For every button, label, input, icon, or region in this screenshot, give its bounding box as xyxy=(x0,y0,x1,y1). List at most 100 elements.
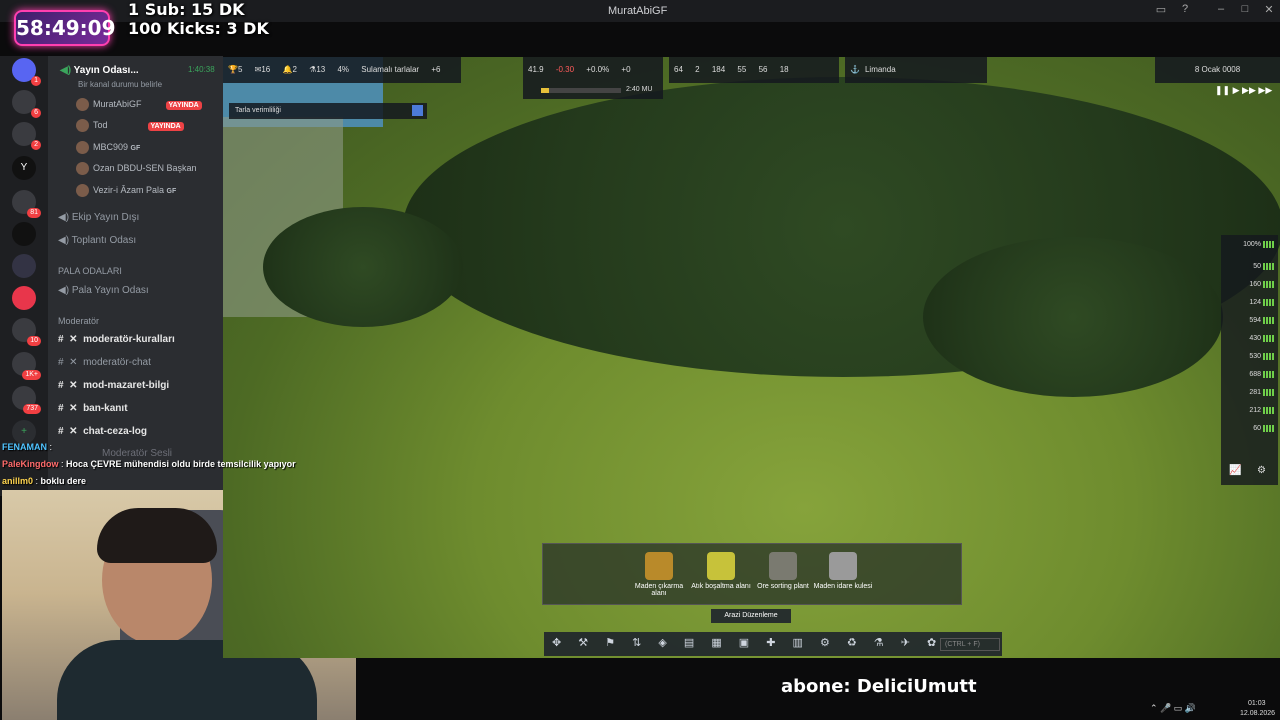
mute-icon: ✕ xyxy=(69,334,78,345)
resource-row[interactable]: 430 xyxy=(1225,335,1275,345)
sub-goal: 1 Sub: 15 DK xyxy=(128,0,245,19)
settings-icon[interactable]: ⚙ xyxy=(1257,465,1266,476)
chat-message: anillm0 : boklu dere xyxy=(2,476,87,486)
add-server-icon[interactable]: + xyxy=(12,420,36,444)
fast-icon[interactable]: ▶▶ xyxy=(1242,85,1256,95)
streamer-hair xyxy=(97,508,217,563)
build-mining-area[interactable]: Maden çıkarma alanı xyxy=(629,552,689,597)
terrain-button[interactable]: Arazi Düzenleme xyxy=(711,609,791,623)
forest xyxy=(263,207,463,327)
chat-message: PaleKingdow : Hoca ÇEVRE mühendisi oldu … xyxy=(2,459,296,469)
speaker-icon: ◀) xyxy=(60,65,72,76)
game-topbar-energy: 41.9 -0.30 +0.0% +0 xyxy=(523,57,663,83)
voice-status[interactable]: Bir kanal durumu belirle xyxy=(78,80,162,89)
text-channel[interactable]: # ✕ ban-kanıt xyxy=(58,403,128,414)
resource-row[interactable]: 160 xyxy=(1225,281,1275,291)
server-icon[interactable]: 737 xyxy=(12,386,41,414)
irrigated-label: Sulamalı tarlalar xyxy=(361,65,420,74)
category-moderator[interactable]: Moderatör xyxy=(58,316,99,326)
game-topbar-population: 64 2 184 55 56 18 xyxy=(669,57,839,83)
research-icon[interactable]: ⚗13 xyxy=(309,57,325,83)
tool-icons[interactable]: ✥ ⚒ ⚑ ⇅ ◈ ▤ ▦ ▣ ✚ ▥ ⚙ ♻ ⚗ ✈ ✿ xyxy=(552,636,943,649)
tray-icons[interactable]: ⌃ 🎤 ▭ 🔊 xyxy=(1150,703,1196,714)
voice-user[interactable]: Vezir-i Âzam Pala GF xyxy=(76,184,176,197)
close-button[interactable]: ✕ xyxy=(1260,3,1278,16)
sorting-icon xyxy=(769,552,797,580)
server-icon[interactable] xyxy=(12,254,36,278)
clock-date: 12.08.2026 xyxy=(1240,710,1276,717)
voice-channel-stream[interactable]: ◀) Yayın Odası... 1:40:38 xyxy=(60,65,215,76)
voice-user[interactable]: Tod YAYINDA xyxy=(76,119,184,132)
mute-icon: ✕ xyxy=(69,403,78,414)
mute-icon: ✕ xyxy=(69,357,78,368)
avatar xyxy=(76,141,89,154)
dump-icon xyxy=(707,552,735,580)
server-icon[interactable]: 81 xyxy=(12,190,41,218)
voice-channel[interactable]: ◀) Toplantı Odası xyxy=(58,235,136,246)
build-panel: Maden çıkarma alanı Atık boşaltma alanı … xyxy=(542,543,962,605)
build-mine-tower[interactable]: Maden idare kulesi xyxy=(813,552,873,590)
resource-row[interactable]: 594 xyxy=(1225,317,1275,327)
text-channel[interactable]: # ✕ moderatör-kuralları xyxy=(58,334,175,345)
voice-user[interactable]: MBC909 GF xyxy=(76,141,140,154)
chat-message: FENAMAN : xyxy=(2,442,53,452)
speaker-icon: ◀) xyxy=(58,235,70,246)
alert-icon[interactable]: 🔔2 xyxy=(283,57,297,83)
voice-channel[interactable]: ◀) Pala Yayın Odası xyxy=(58,285,149,296)
trophy-icon[interactable]: 🏆5 xyxy=(228,57,242,83)
resource-row[interactable]: 688 xyxy=(1225,371,1275,381)
fastest-icon[interactable]: ▶▶ xyxy=(1258,85,1272,95)
inbox-icon[interactable]: ▭ xyxy=(1152,3,1170,16)
resource-row[interactable]: 60 xyxy=(1225,425,1275,435)
text-channel[interactable]: # ✕ mod-mazaret-bilgi xyxy=(58,380,169,391)
avatar xyxy=(76,162,89,175)
resource-row[interactable]: 281 xyxy=(1225,389,1275,399)
server-icon[interactable]: 10 xyxy=(12,318,41,346)
resource-row[interactable]: 100% xyxy=(1225,241,1275,251)
mute-icon: ✕ xyxy=(69,426,78,437)
avatar xyxy=(76,184,89,197)
minimize-button[interactable]: – xyxy=(1212,3,1230,15)
build-ore-sorting[interactable]: Ore sorting plant xyxy=(753,552,813,590)
voice-user[interactable]: Ozan DBDU-SEN Başkan xyxy=(76,162,197,175)
resource-row[interactable]: 50 xyxy=(1225,263,1275,273)
text-channel[interactable]: # ✕ chat-ceza-log xyxy=(58,426,147,437)
server-icon[interactable]: 2 xyxy=(12,122,41,150)
stats-icon[interactable]: 📈 xyxy=(1229,465,1241,476)
category-pala[interactable]: PALA ODALARI xyxy=(58,266,122,276)
resource-row[interactable]: 530 xyxy=(1225,353,1275,363)
excavator-icon xyxy=(645,552,673,580)
ship-icon: ⚓ xyxy=(850,65,860,74)
server-icon[interactable] xyxy=(12,222,36,246)
resource-row[interactable]: 212 xyxy=(1225,407,1275,417)
server-icon[interactable]: 6 xyxy=(12,90,41,118)
avatar xyxy=(76,119,89,132)
channel-list: ◀) Yayın Odası... 1:40:38 Bir kanal duru… xyxy=(48,56,223,496)
build-waste-dump[interactable]: Atık boşaltma alanı xyxy=(691,552,751,590)
game-topbar-left: 🏆5 ✉16 🔔2 ⚗13 4% Sulamalı tarlalar +6 xyxy=(223,57,461,83)
pause-icon[interactable]: ❚❚ xyxy=(1215,85,1230,95)
toolbar: ✥ ⚒ ⚑ ⇅ ◈ ▤ ▦ ▣ ✚ ▥ ⚙ ♻ ⚗ ✈ ✿ (CTRL + F) xyxy=(544,632,1002,656)
play-icon[interactable]: ▶ xyxy=(1233,85,1240,95)
resource-row[interactable]: 124 xyxy=(1225,299,1275,309)
mail-icon[interactable]: ✉16 xyxy=(255,57,271,83)
maximize-button[interactable]: □ xyxy=(1236,3,1254,15)
gf-badge: GF xyxy=(166,187,177,195)
port-status[interactable]: ⚓ Limanda xyxy=(845,57,987,83)
game-viewport[interactable]: 🏆5 ✉16 🔔2 ⚗13 4% Sulamalı tarlalar +6 Ta… xyxy=(223,57,1280,658)
server-icon[interactable]: 1K+ xyxy=(12,352,41,380)
voice-channel[interactable]: ◀) Ekip Yayın Dışı xyxy=(58,212,139,223)
info-icon[interactable] xyxy=(412,105,423,116)
voice-channel-mod[interactable]: Moderatör Sesli xyxy=(102,448,172,459)
server-icon[interactable] xyxy=(12,286,36,310)
system-tray: ⌃ 🎤 ▭ 🔊 01:03 12.08.2026 xyxy=(1140,698,1280,720)
server-icon-y[interactable]: Y xyxy=(12,156,36,180)
server-icon[interactable]: 1 xyxy=(12,58,41,86)
voice-user[interactable]: MuratAbiGF YAYINDA xyxy=(76,98,202,111)
tower-icon xyxy=(829,552,857,580)
text-channel[interactable]: # ✕ moderatör-chat xyxy=(58,357,151,368)
speed-controls[interactable]: ❚❚ ▶ ▶▶ ▶▶ xyxy=(1215,85,1275,99)
help-icon[interactable]: ? xyxy=(1176,3,1194,15)
gf-badge: GF xyxy=(130,144,141,152)
search-input[interactable]: (CTRL + F) xyxy=(940,638,1000,651)
